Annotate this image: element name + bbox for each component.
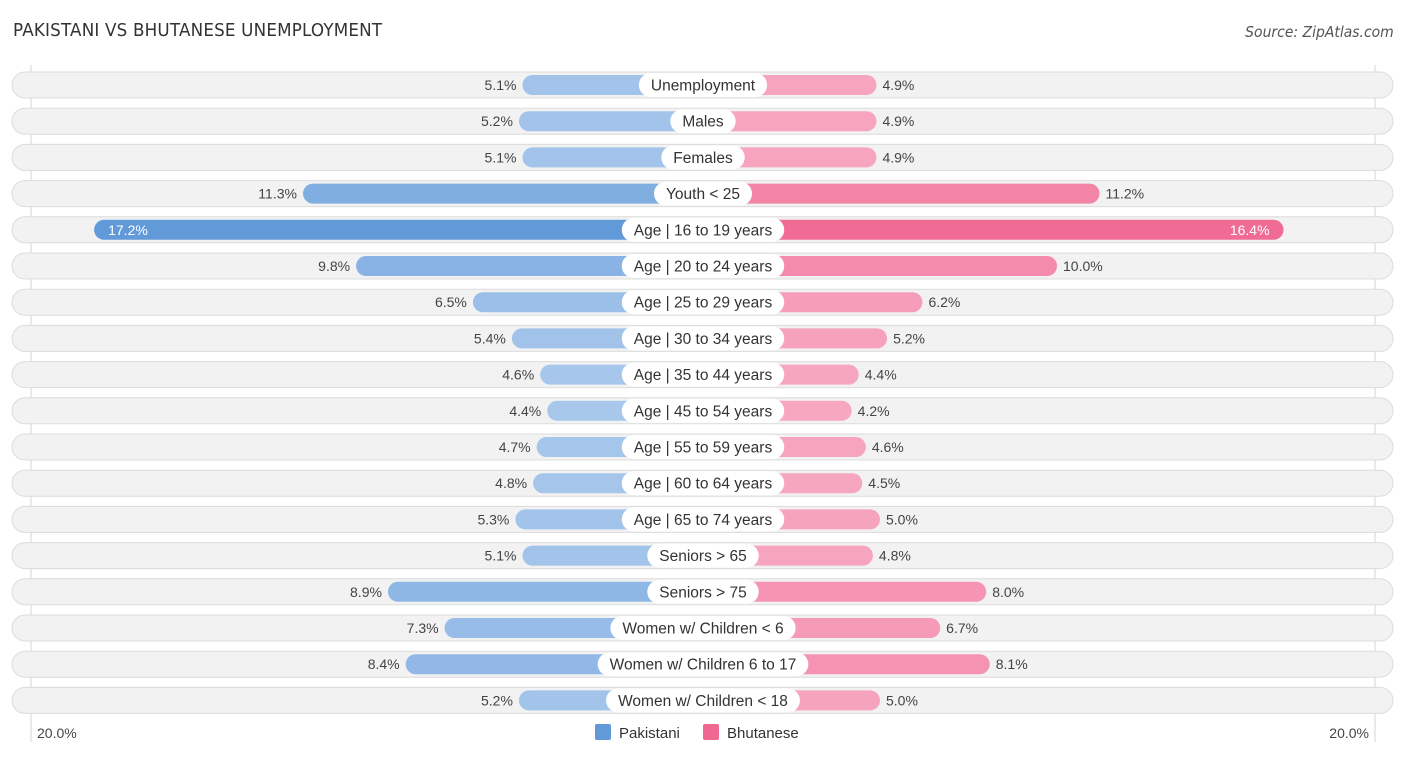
value-label-pakistani: 4.8% [495, 475, 527, 491]
category-label: Age | 25 to 29 years [634, 295, 773, 312]
value-label-bhutanese: 4.8% [879, 548, 911, 564]
category-label: Seniors > 75 [659, 584, 746, 601]
value-label-pakistani: 11.3% [258, 186, 297, 202]
value-label-bhutanese: 4.6% [872, 439, 904, 455]
category-label: Males [682, 114, 724, 131]
value-label-bhutanese: 5.0% [886, 692, 918, 708]
category-label: Women w/ Children 6 to 17 [610, 657, 797, 674]
category-label: Females [673, 150, 733, 167]
category-label: Youth < 25 [666, 186, 740, 203]
bar-bhutanese [703, 183, 1100, 204]
value-label-pakistani: 5.2% [481, 692, 513, 708]
category-label: Age | 16 to 19 years [634, 222, 773, 239]
value-label-pakistani: 4.4% [509, 403, 541, 419]
value-label-bhutanese: 4.9% [882, 113, 914, 129]
value-label-pakistani: 5.4% [474, 330, 506, 346]
category-label: Age | 20 to 24 years [634, 259, 773, 276]
value-label-pakistani: 5.1% [485, 77, 517, 93]
bar-pakistani [94, 219, 704, 240]
category-label: Age | 55 to 59 years [634, 440, 773, 457]
value-label-pakistani: 17.2% [108, 222, 148, 238]
category-label: Age | 35 to 44 years [634, 367, 773, 384]
axis-label-left: 20.0% [37, 725, 77, 741]
value-label-bhutanese: 4.4% [865, 367, 897, 383]
value-label-pakistani: 4.6% [502, 367, 534, 383]
diverging-bar-chart: 5.1% 4.9% Unemployment 5.2% 4.9% Males 5.1% 4.9… [11, 65, 1394, 742]
value-label-bhutanese: 4.9% [882, 77, 914, 93]
category-label: Age | 45 to 54 years [634, 403, 773, 420]
value-label-bhutanese: 4.2% [858, 403, 890, 419]
value-label-bhutanese: 8.0% [992, 584, 1024, 600]
category-label: Women w/ Children < 6 [622, 621, 783, 638]
category-label: Seniors > 65 [659, 548, 746, 565]
value-label-pakistani: 5.2% [481, 113, 513, 129]
bar-bhutanese [703, 219, 1284, 240]
value-label-bhutanese: 11.2% [1105, 186, 1144, 202]
value-label-bhutanese: 10.0% [1063, 258, 1103, 274]
value-label-pakistani: 4.7% [499, 439, 531, 455]
value-label-bhutanese: 4.5% [868, 475, 900, 491]
value-label-pakistani: 8.4% [368, 656, 400, 672]
value-label-pakistani: 6.5% [435, 294, 467, 310]
value-label-bhutanese: 6.2% [928, 294, 960, 310]
value-label-bhutanese: 5.0% [886, 511, 918, 527]
value-label-bhutanese: 16.4% [1230, 222, 1270, 238]
value-label-bhutanese: 4.9% [882, 149, 914, 165]
value-label-bhutanese: 5.2% [893, 330, 925, 346]
axis-label-right: 20.0% [1329, 725, 1369, 741]
value-label-pakistani: 7.3% [407, 620, 439, 636]
category-label: Age | 30 to 34 years [634, 331, 773, 348]
legend-swatch-bhutanese [703, 724, 719, 740]
bar-pakistani [302, 183, 703, 204]
category-label: Women w/ Children < 18 [618, 693, 788, 710]
value-label-bhutanese: 8.1% [996, 656, 1028, 672]
category-label: Unemployment [651, 78, 756, 95]
value-label-pakistani: 8.9% [350, 584, 382, 600]
value-label-pakistani: 9.8% [318, 258, 350, 274]
legend-label-bhutanese: Bhutanese [727, 725, 799, 742]
value-label-bhutanese: 6.7% [946, 620, 978, 636]
legend-swatch-pakistani [595, 724, 611, 740]
value-label-pakistani: 5.3% [477, 511, 509, 527]
category-label: Age | 65 to 74 years [634, 512, 773, 529]
category-label: Age | 60 to 64 years [634, 476, 773, 493]
value-label-pakistani: 5.1% [485, 548, 517, 564]
legend-label-pakistani: Pakistani [619, 725, 680, 742]
value-label-pakistani: 5.1% [485, 149, 517, 165]
